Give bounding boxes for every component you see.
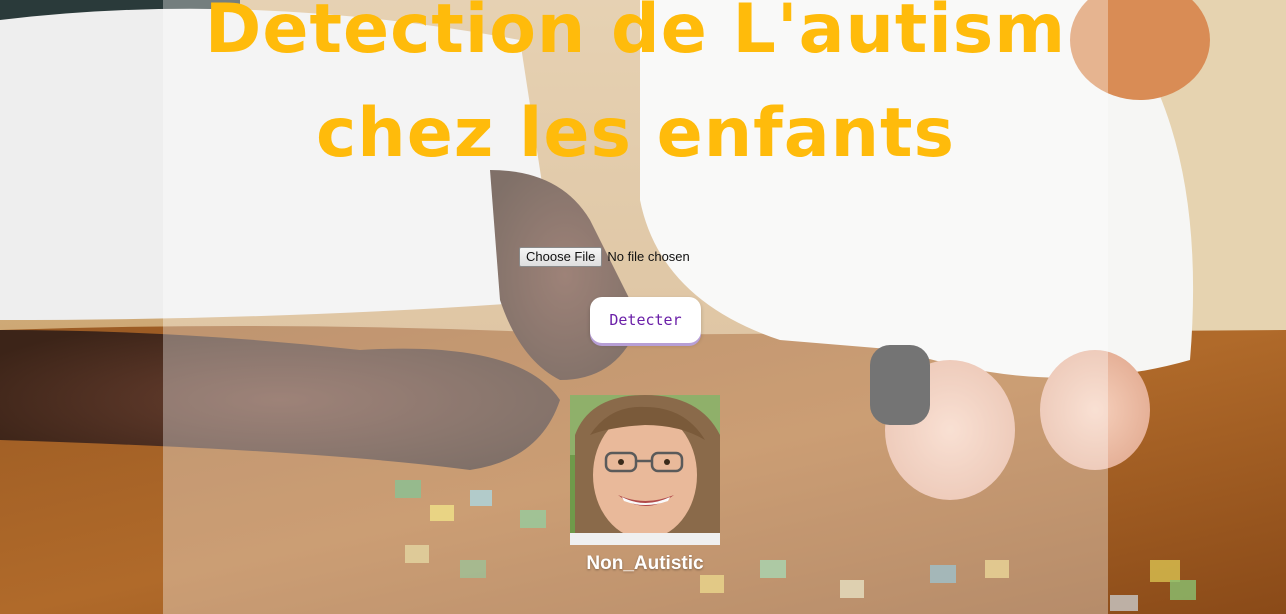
detection-result-label: Non_Autistic bbox=[586, 553, 704, 574]
detect-button[interactable]: Detecter bbox=[590, 297, 701, 343]
choose-file-button[interactable]: Choose File bbox=[519, 246, 603, 267]
file-status-text: No file chosen bbox=[607, 249, 690, 264]
page-title: Detection de L'autism chez les enfants bbox=[204, 0, 1067, 173]
file-input[interactable]: Choose File No file chosen bbox=[519, 246, 690, 267]
content-panel: Detection de L'autism chez les enfants C… bbox=[163, 0, 1108, 614]
child-portrait-photo bbox=[570, 395, 720, 545]
